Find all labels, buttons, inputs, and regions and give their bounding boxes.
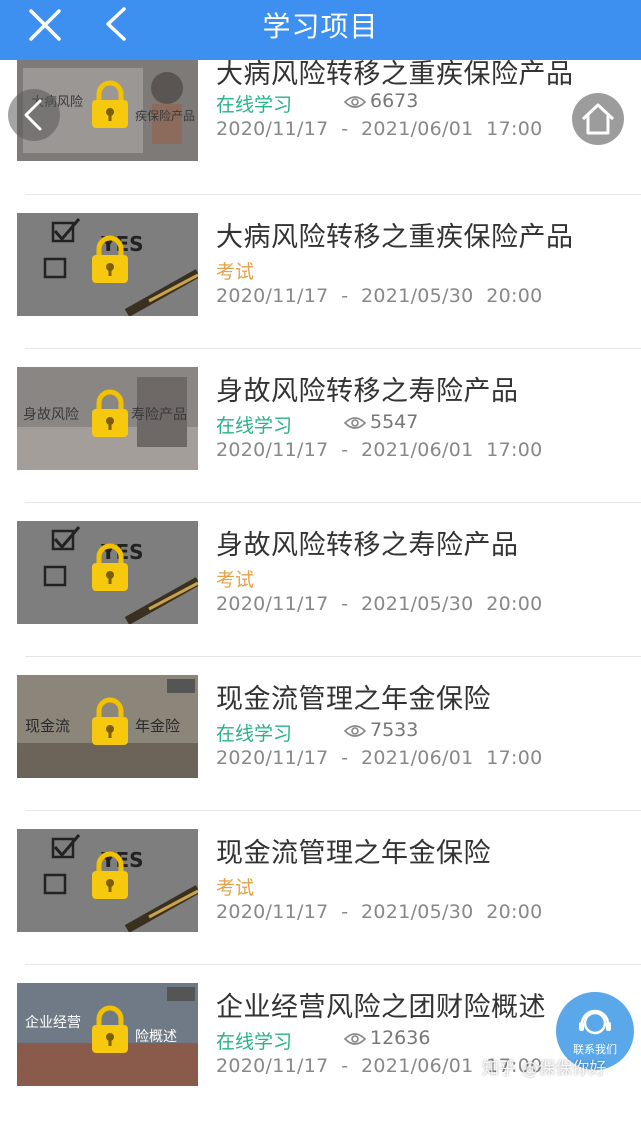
course-date-range: 2020/11/17 - 2021/05/30 20:00 [216, 593, 543, 615]
divider [25, 194, 641, 195]
divider [25, 656, 641, 657]
course-thumbnail: YES [17, 521, 198, 624]
course-title: 现金流管理之年金保险 [216, 684, 491, 715]
course-type: 在线学习 [216, 94, 293, 116]
course-date-range: 2020/11/17 - 2021/06/01 17:00 [216, 747, 543, 769]
list-item[interactable]: 身故风险 寿险产品 身故风险转移之寿险产品 在线学习 5547 2020/11/… [0, 367, 641, 521]
course-title: 现金流管理之年金保险 [216, 838, 491, 869]
course-type: 在线学习 [216, 415, 293, 437]
lock-icon [92, 389, 128, 437]
course-type: 考试 [216, 877, 255, 899]
course-thumbnail: YES [17, 213, 198, 316]
svg-text:疾保险产品: 疾保险产品 [135, 108, 195, 123]
svg-text:身故风险: 身故风险 [23, 407, 79, 423]
svg-text:寿险产品: 寿险产品 [131, 406, 187, 423]
course-date-range: 2020/11/17 - 2021/05/30 20:00 [216, 901, 543, 923]
lock-icon [92, 1005, 128, 1053]
eye-icon [343, 96, 367, 108]
view-count: 7533 [343, 719, 418, 741]
list-item[interactable]: 现金流 年金险 现金流管理之年金保险 在线学习 7533 2020/11/17 … [0, 675, 641, 829]
divider [25, 810, 641, 811]
course-title: 企业经营风险之团财险概述 [216, 992, 546, 1023]
course-date-range: 2020/11/17 - 2021/06/01 17:00 [216, 439, 543, 461]
list-item[interactable]: YES 现金流管理之年金保险 考试 2020/11/17 - 2021/05/3… [0, 829, 641, 983]
course-title: 大病风险转移之重疾保险产品 [216, 222, 574, 253]
course-type: 在线学习 [216, 1031, 293, 1053]
svg-text:现金流: 现金流 [25, 717, 70, 735]
view-count: 5547 [343, 411, 418, 433]
view-count: 12636 [343, 1027, 430, 1049]
page-title: 学习项目 [262, 10, 379, 43]
course-thumbnail: 身故风险 寿险产品 [17, 367, 198, 470]
lock-icon [92, 543, 128, 591]
watermark: 知乎 @保保你好 [482, 1059, 607, 1079]
lock-icon [92, 851, 128, 899]
list-item[interactable]: YES 大病风险转移之重疾保险产品 考试 2020/11/17 - 2021/0… [0, 213, 641, 367]
floating-back-button[interactable] [8, 89, 60, 141]
customer-service-icon [579, 1009, 611, 1035]
course-thumbnail: YES [17, 829, 198, 932]
svg-text:企业经营: 企业经营 [25, 1014, 81, 1031]
lock-icon [92, 235, 128, 283]
home-icon [581, 103, 615, 135]
list-item[interactable]: YES 身故风险转移之寿险产品 考试 2020/11/17 - 2021/05/… [0, 521, 641, 675]
svg-text:年金险: 年金险 [135, 717, 180, 735]
floating-home-button[interactable] [572, 93, 624, 145]
svg-text:险概述: 险概述 [135, 1029, 177, 1045]
course-thumbnail: 现金流 年金险 [17, 675, 198, 778]
chevron-left-icon [24, 99, 42, 131]
divider [25, 348, 641, 349]
course-title: 身故风险转移之寿险产品 [216, 530, 519, 561]
course-type: 考试 [216, 569, 255, 591]
divider [25, 502, 641, 503]
lock-icon [92, 80, 128, 128]
lock-icon [92, 697, 128, 745]
eye-icon [343, 725, 367, 737]
view-count: 6673 [343, 90, 418, 112]
eye-icon [343, 1033, 367, 1045]
divider [25, 964, 641, 965]
course-title: 身故风险转移之寿险产品 [216, 376, 519, 407]
course-type: 在线学习 [216, 723, 293, 745]
course-date-range: 2020/11/17 - 2021/06/01 17:00 [216, 118, 543, 140]
top-navigation-bar: 学习项目 [0, 0, 641, 60]
course-type: 考试 [216, 261, 255, 283]
course-thumbnail: 企业经营 险概述 [17, 983, 198, 1086]
list-item[interactable]: 大病风险 疾保险产品 大病风险转移之重疾保险产品 在线学习 6673 2020/… [0, 58, 641, 212]
course-date-range: 2020/11/17 - 2021/05/30 20:00 [216, 285, 543, 307]
eye-icon [343, 417, 367, 429]
